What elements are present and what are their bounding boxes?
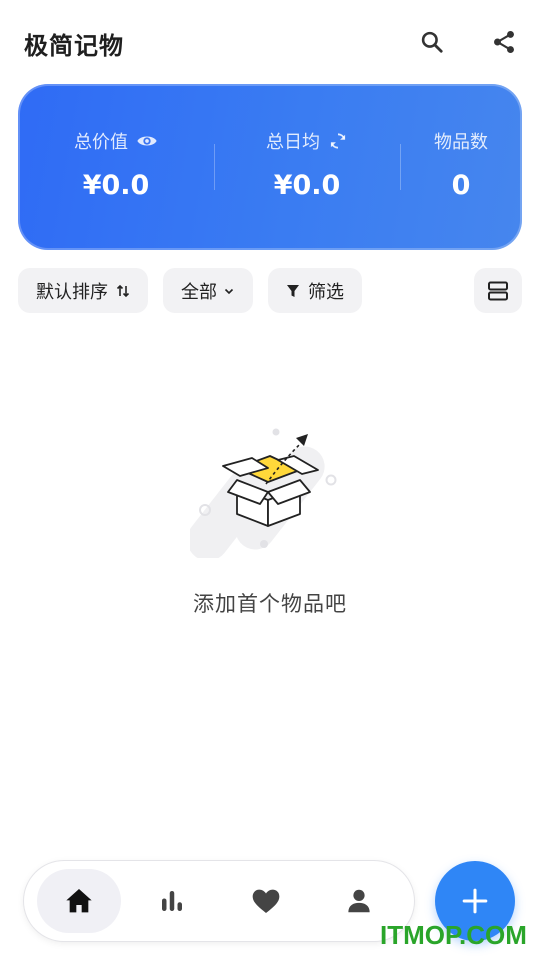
layout-toggle-button[interactable] xyxy=(474,268,522,313)
sort-label: 默认排序 xyxy=(36,281,108,303)
heart-icon xyxy=(252,889,280,913)
refresh-icon[interactable] xyxy=(328,131,348,151)
search-button[interactable] xyxy=(414,24,450,60)
eye-icon[interactable] xyxy=(136,130,158,152)
sort-arrows-icon xyxy=(116,284,130,297)
chevron-down-icon xyxy=(224,288,234,294)
filter-label: 筛选 xyxy=(308,281,344,303)
stat-daily-average: 总日均 ¥0.0 xyxy=(214,84,400,250)
share-button[interactable] xyxy=(486,24,522,60)
bottom-nav xyxy=(24,861,414,941)
stat-count-label: 物品数 xyxy=(434,132,488,153)
stat-total-number: ¥0.0 xyxy=(82,170,150,201)
nav-home[interactable] xyxy=(37,869,121,933)
header: 极简记物 xyxy=(0,0,540,86)
nav-statistics[interactable] xyxy=(130,869,214,933)
filter-button[interactable]: 筛选 xyxy=(268,268,362,313)
app-title: 极简记物 xyxy=(24,32,124,60)
bar-chart-icon xyxy=(162,891,182,911)
app-root: 极简记物 总价值 ¥0.0 总日均 ¥0.0 物品数 0 默认排序 全部 筛选 … xyxy=(0,0,540,960)
open-box-icon xyxy=(190,428,337,558)
category-dropdown[interactable]: 全部 xyxy=(163,268,253,313)
category-label: 全部 xyxy=(181,281,217,303)
stat-daily-number: ¥0.0 xyxy=(273,170,341,201)
stats-card: 总价值 ¥0.0 总日均 ¥0.0 物品数 0 xyxy=(18,84,522,250)
home-icon xyxy=(66,889,92,913)
plus-icon xyxy=(462,888,488,914)
share-icon xyxy=(494,30,514,54)
stat-total-value: 总价值 ¥0.0 xyxy=(18,84,214,250)
person-icon xyxy=(348,889,370,913)
watermark: ITMOP.COM xyxy=(380,920,527,950)
stat-total-label: 总价值 xyxy=(74,132,128,153)
search-icon xyxy=(421,31,443,53)
stat-count-number: 0 xyxy=(451,170,471,201)
stat-item-count: 物品数 0 xyxy=(400,84,522,250)
funnel-icon xyxy=(287,284,299,297)
empty-state-message: 添加首个物品吧 xyxy=(193,592,347,616)
sort-button[interactable]: 默认排序 xyxy=(18,268,148,313)
stat-daily-label: 总日均 xyxy=(266,132,320,153)
nav-favorites[interactable] xyxy=(224,869,308,933)
list-layout-icon xyxy=(488,281,508,300)
